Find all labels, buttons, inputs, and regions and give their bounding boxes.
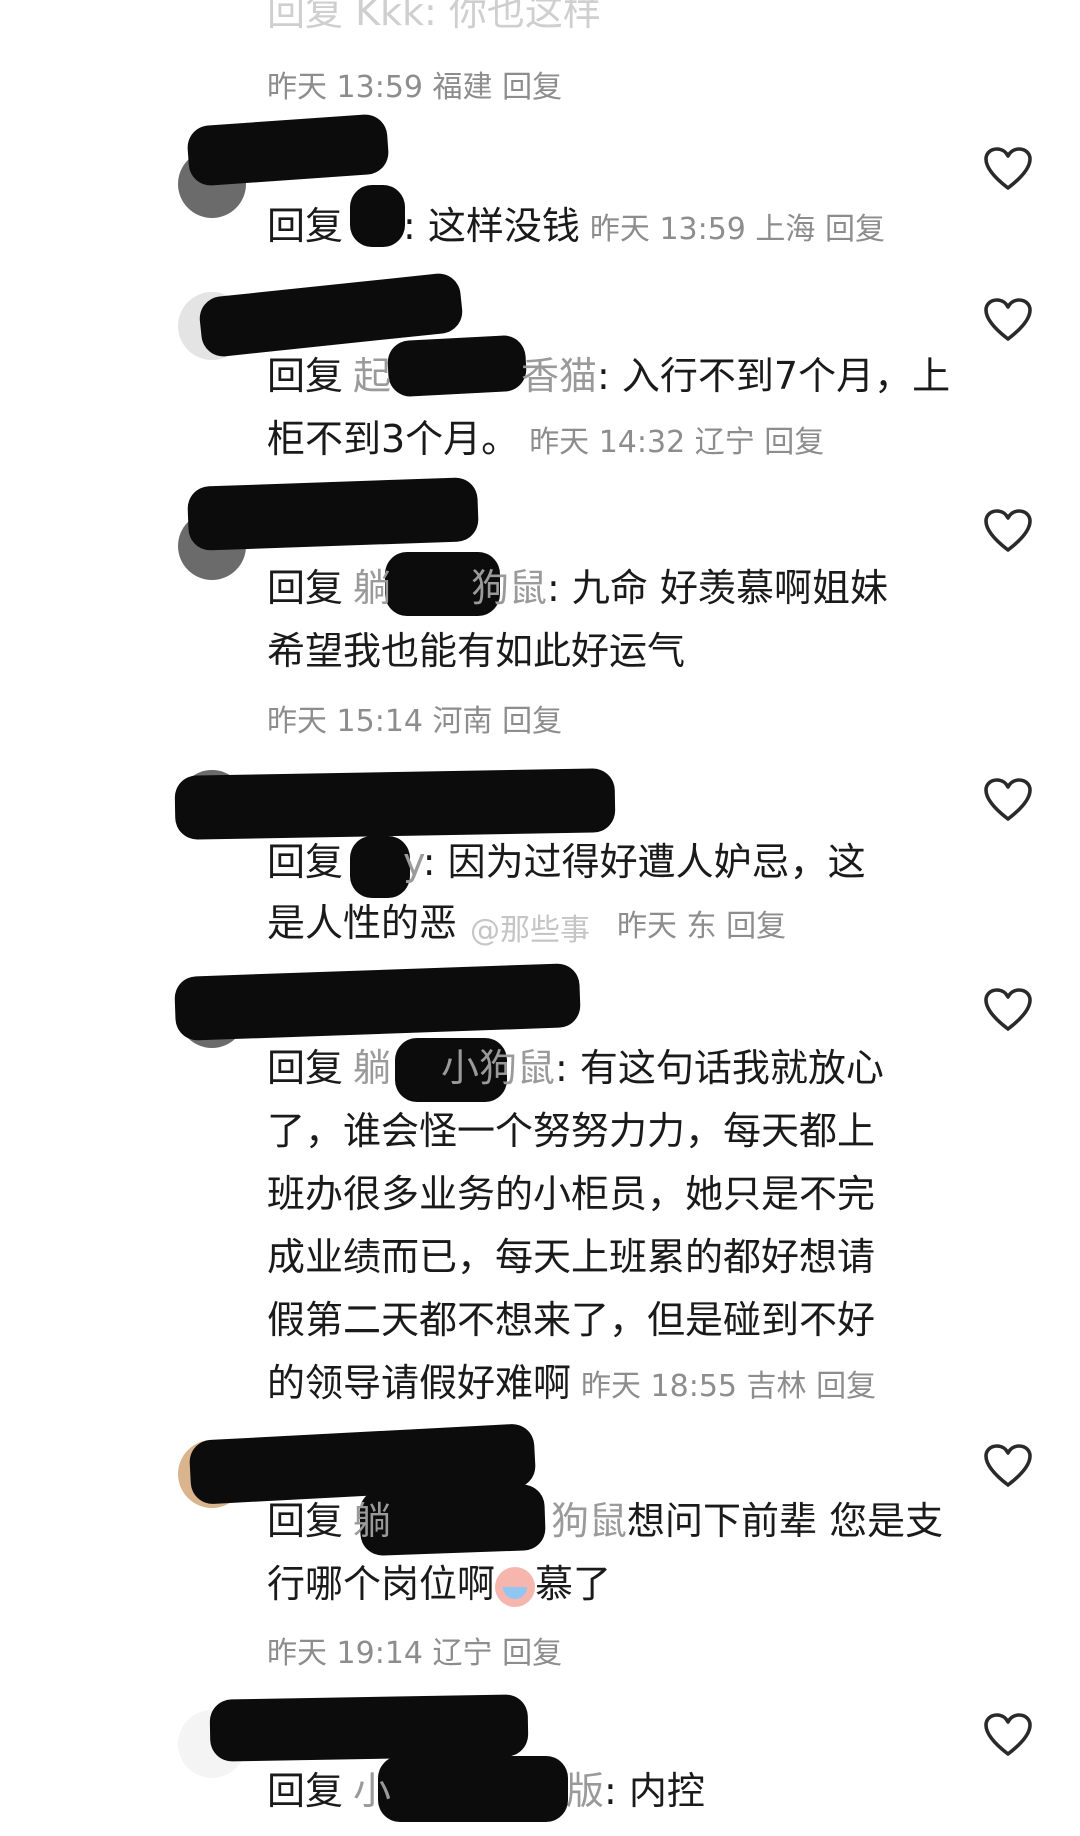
reply-target-name[interactable]: 香猫 <box>521 354 597 398</box>
comment-text: : 内控 <box>604 1769 705 1813</box>
comment-text: : 这样没钱 <box>403 204 580 248</box>
comment-text: 慕了 <box>535 1562 612 1606</box>
comment-meta: 昨天 东 回复 <box>617 909 787 944</box>
comment-text: 成业绩而已，每天上班累的都好想请 <box>267 1235 876 1279</box>
redaction-bar <box>174 768 616 840</box>
reply-target-name[interactable]: 起 <box>353 354 391 398</box>
reply-target-name[interactable]: y <box>403 840 423 884</box>
like-heart-icon[interactable] <box>983 508 1033 554</box>
reply-target-name[interactable]: 狗鼠 <box>471 566 547 610</box>
comment-text: 班办很多业务的小柜员，她只是不完 <box>267 1172 876 1216</box>
comment-meta: 昨天 14:32 辽宁 回复 <box>529 425 825 460</box>
comment-meta: 昨天 15:14 河南 回复 <box>267 704 563 739</box>
like-heart-icon[interactable] <box>983 1712 1033 1758</box>
reply-target-name[interactable]: 躺 <box>353 1046 391 1090</box>
comment-text: 柜不到3个月。 <box>267 417 520 461</box>
reply-target-name[interactable]: 躺 <box>353 566 391 610</box>
comment-text: : 有这句话我就放心 <box>555 1046 884 1090</box>
like-heart-icon[interactable] <box>983 146 1033 192</box>
comment-text: 行哪个岗位啊 <box>267 1562 496 1606</box>
comment-meta: 昨天 19:14 辽宁 回复 <box>267 1636 563 1671</box>
reply-target-name[interactable]: 躺 <box>353 1499 391 1543</box>
comment-text: : 入行不到7个月，上 <box>597 354 951 398</box>
reply-label: 回复 <box>267 840 344 884</box>
comment-text: 了，谁会怪一个努努力力，每天都上 <box>267 1109 876 1153</box>
reply-target-name[interactable]: 小 <box>353 1769 391 1813</box>
comment-text: : 因为过得好遭人妒忌，这 <box>422 840 866 884</box>
comment-meta: 昨天 13:59 福建 回复 <box>267 70 563 105</box>
redaction-bar <box>174 962 581 1042</box>
redaction-bar <box>186 113 390 187</box>
redaction-bar <box>186 476 480 552</box>
reply-label: 回复 <box>267 1769 344 1813</box>
crying-face-emoji-icon <box>495 1566 536 1607</box>
reply-label: 回复 <box>267 566 344 610</box>
comment-text: 是人性的恶 <box>267 901 458 945</box>
reply-target-name[interactable]: 版 <box>566 1769 604 1813</box>
redaction-bar <box>209 1694 529 1762</box>
like-heart-icon[interactable] <box>983 1443 1033 1489</box>
comment-meta: 昨天 18:55 吉林 回复 <box>581 1369 877 1404</box>
comment-text: 假第二天都不想来了，但是碰到不好 <box>267 1298 876 1342</box>
like-heart-icon[interactable] <box>983 987 1033 1033</box>
reply-label: 回复 <box>267 1046 344 1090</box>
reply-target-name[interactable]: 狗鼠 <box>551 1499 627 1543</box>
reply-label: 回复 <box>267 354 344 398</box>
comment-text: 回复 Kkk: 你也这样 <box>267 0 601 34</box>
like-heart-icon[interactable] <box>983 297 1033 343</box>
reply-label: 回复 <box>267 1499 344 1543</box>
comment-text: 希望我也能有如此好运气 <box>267 629 686 673</box>
reply-label: 回复 <box>267 204 344 248</box>
watermark: @那些事 <box>470 913 590 948</box>
like-heart-icon[interactable] <box>983 777 1033 823</box>
comment-text: 的领导请假好难啊 <box>267 1361 572 1405</box>
comment-text: : 九命 好羡慕啊姐妹 <box>547 566 889 610</box>
reply-target-name[interactable]: 小狗鼠 <box>441 1046 555 1090</box>
comment-meta: 昨天 13:59 上海 回复 <box>589 212 885 247</box>
comment-text: 想问下前辈 您是支 <box>627 1499 944 1543</box>
